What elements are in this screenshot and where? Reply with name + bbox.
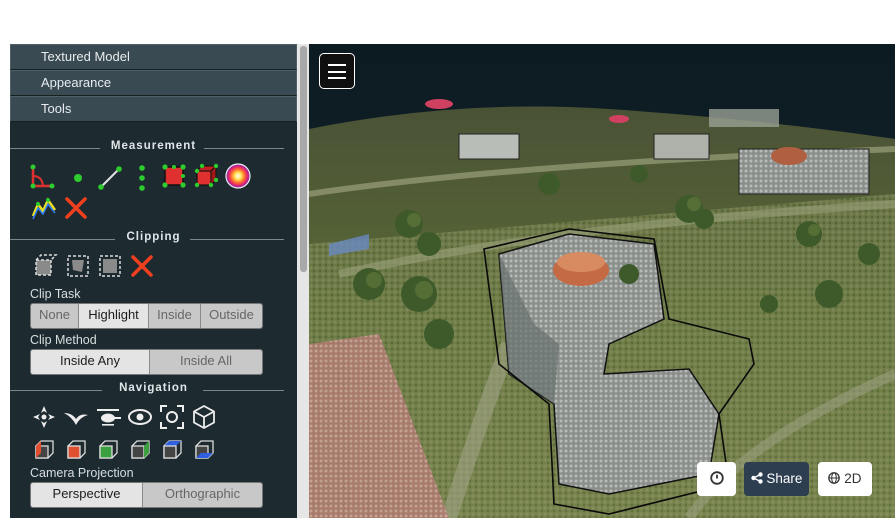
right-view-icon[interactable]: [158, 436, 186, 464]
menu-bar-1: [328, 64, 346, 66]
clip-polygon-icon[interactable]: [64, 252, 92, 280]
earth-controls-icon[interactable]: [30, 403, 58, 431]
navigation-cube-icon[interactable]: [190, 403, 218, 431]
clip-task-none-button[interactable]: None: [31, 304, 79, 328]
clip-task-inside-button[interactable]: Inside: [149, 304, 201, 328]
clip-task-group: None Highlight Inside Outside: [30, 303, 263, 329]
history-button[interactable]: [697, 462, 736, 496]
share-button[interactable]: Share: [744, 462, 809, 496]
menu-bar-3: [328, 77, 346, 79]
top-view-icon[interactable]: [94, 436, 122, 464]
back-view-icon[interactable]: [190, 436, 218, 464]
remove-clipping-icon[interactable]: [128, 252, 156, 280]
globe-icon: [828, 472, 841, 484]
area-measure-icon[interactable]: [160, 162, 188, 190]
camera-projection-group: Perspective Orthographic: [30, 482, 263, 508]
point-cloud-viewer[interactable]: [309, 44, 895, 518]
clip-task-outside-button[interactable]: Outside: [201, 304, 262, 328]
accordion-appearance[interactable]: Appearance: [10, 70, 297, 96]
navigation-title-text: Navigation: [119, 382, 188, 394]
remove-measurements-icon[interactable]: [62, 194, 90, 222]
clock-icon: [709, 471, 724, 485]
circle-measure-icon[interactable]: [224, 162, 252, 190]
menu-bar-2: [328, 70, 346, 73]
clipping-section-title: Clipping: [10, 231, 297, 243]
clip-task-highlight-button[interactable]: Highlight: [79, 304, 149, 328]
sidebar-scrollbar-thumb[interactable]: [300, 46, 307, 272]
point-cloud-scene: [309, 44, 895, 518]
top-bar: [0, 0, 895, 44]
measurement-title-text: Measurement: [110, 140, 197, 152]
accordion-textured-model[interactable]: Textured Model: [10, 44, 297, 70]
fly-controls-icon[interactable]: [62, 403, 90, 431]
camera-projection-label: Camera Projection: [30, 466, 134, 480]
clip-method-label: Clip Method: [30, 333, 97, 347]
height-profile-icon[interactable]: [30, 194, 58, 222]
point-measure-icon[interactable]: [64, 164, 92, 192]
clip-task-label: Clip Task: [30, 287, 81, 301]
left-view-icon[interactable]: [30, 436, 58, 464]
volume-measure-icon[interactable]: [192, 162, 220, 190]
share-icon: [750, 472, 763, 484]
orbit-controls-icon[interactable]: [126, 403, 154, 431]
menu-toggle-button[interactable]: [319, 53, 355, 89]
accordion-tools[interactable]: Tools: [10, 96, 297, 122]
height-measure-icon[interactable]: [128, 164, 156, 192]
bottom-view-icon[interactable]: [126, 436, 154, 464]
clip-screen-box-icon[interactable]: [96, 252, 124, 280]
focus-full-extent-icon[interactable]: [158, 403, 186, 431]
navigation-section-title: Navigation: [10, 382, 297, 394]
clip-method-group: Inside Any Inside All: [30, 349, 263, 375]
perspective-button[interactable]: Perspective: [31, 483, 143, 507]
angle-measure-icon[interactable]: [28, 162, 56, 190]
clip-method-inside-all-button[interactable]: Inside All: [150, 350, 262, 374]
distance-measure-icon[interactable]: [96, 164, 124, 192]
view-2d-button[interactable]: 2D: [818, 462, 872, 496]
orthographic-button[interactable]: Orthographic: [143, 483, 262, 507]
view-2d-label: 2D: [844, 471, 862, 486]
clip-method-inside-any-button[interactable]: Inside Any: [31, 350, 150, 374]
measurement-section-title: Measurement: [10, 140, 297, 152]
front-view-icon[interactable]: [62, 436, 90, 464]
clip-volume-icon[interactable]: [30, 252, 58, 280]
sidebar: Textured Model Appearance Tools Measurem…: [10, 44, 297, 518]
helicopter-controls-icon[interactable]: [94, 403, 122, 431]
share-label: Share: [766, 471, 803, 486]
clipping-title-text: Clipping: [126, 231, 181, 243]
